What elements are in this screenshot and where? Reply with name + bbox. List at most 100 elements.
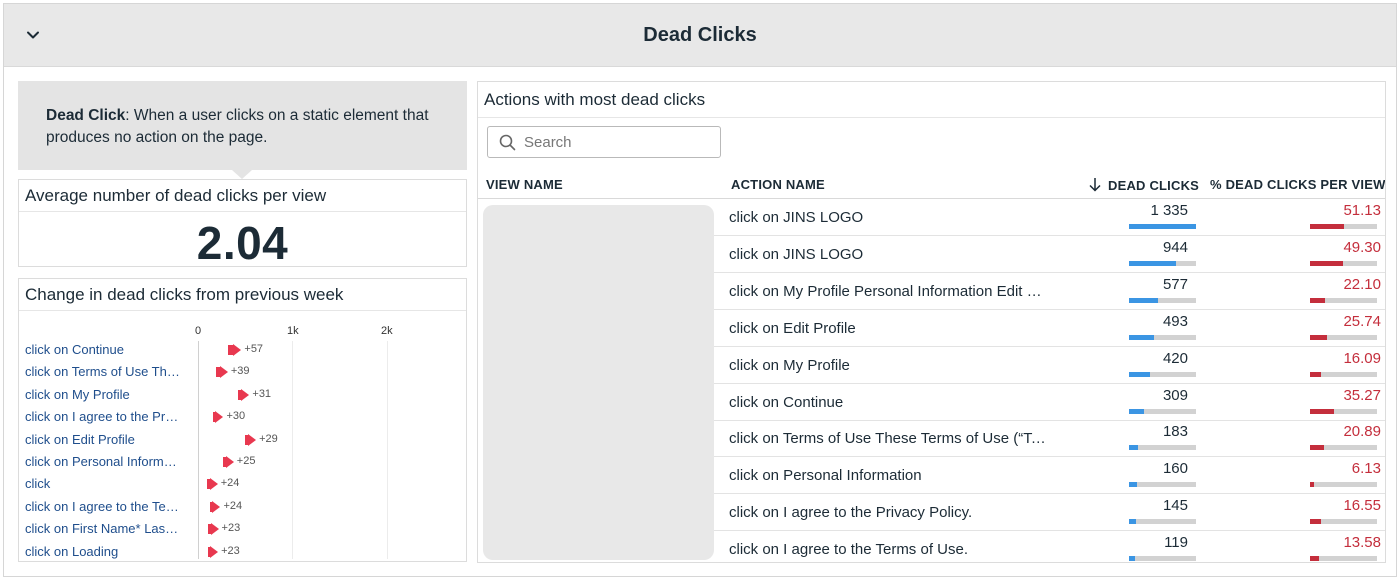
change-delta: +24 <box>223 499 243 512</box>
dead-clicks-bar-fill <box>1129 297 1158 303</box>
increase-arrow-icon <box>241 388 250 401</box>
axis-label-1k: 1k <box>287 325 299 337</box>
pct-dead-clicks-bar-fill <box>1310 334 1328 340</box>
change-delta: +30 <box>226 410 246 423</box>
increase-arrow-icon <box>210 523 219 536</box>
table-row[interactable]: click on JINS LOGO 1 335 51.13 <box>714 199 1385 236</box>
increase-arrow-icon <box>248 433 257 446</box>
change-row[interactable]: click on I agree to the Terms of Use. +24 <box>19 496 459 518</box>
change-row[interactable]: click on Loading +23 <box>19 541 459 559</box>
change-row-label[interactable]: click on Personal Information <box>25 454 180 469</box>
table-row[interactable]: click on My Profile 420 16.09 <box>714 347 1385 384</box>
pct-dead-clicks-bar-fill <box>1310 371 1321 377</box>
panel-title: Dead Clicks <box>643 24 757 46</box>
change-row-label[interactable]: click on I agree to the Privacy Policy. <box>25 409 180 424</box>
action-name[interactable]: click on Terms of Use These Terms of Use… <box>729 430 1051 447</box>
change-row[interactable]: click +24 <box>19 473 459 495</box>
search-input[interactable] <box>524 132 714 152</box>
change-row[interactable]: click on Edit Profile +29 <box>19 429 459 451</box>
change-row[interactable]: click on I agree to the Privacy Policy. +… <box>19 406 459 428</box>
pct-dead-clicks-value: 16.55 <box>1343 497 1381 515</box>
change-row-label[interactable]: click on My Profile <box>25 387 180 402</box>
pct-dead-clicks-value: 25.74 <box>1343 312 1381 330</box>
dead-clicks-bar-fill <box>1129 482 1138 488</box>
col-view-name[interactable]: VIEW NAME <box>486 177 563 192</box>
dead-clicks-bar <box>1129 519 1196 525</box>
change-row-label[interactable]: click <box>25 476 180 491</box>
dead-clicks-value: 119 <box>1164 534 1188 552</box>
table-row[interactable]: click on I agree to the Privacy Policy. 1… <box>714 494 1385 532</box>
increase-arrow-icon <box>219 366 228 379</box>
change-row[interactable]: click on First Name* Last Name* +23 <box>19 518 459 540</box>
view-name-placeholder <box>483 205 714 560</box>
action-name[interactable]: click on Continue <box>729 394 1051 411</box>
action-name[interactable]: click on My Profile Personal Information… <box>729 283 1051 300</box>
change-row-label[interactable]: click on Edit Profile <box>25 432 180 447</box>
change-row[interactable]: click on Personal Information +25 <box>19 451 459 473</box>
pct-dead-clicks-bar <box>1310 334 1377 340</box>
action-name[interactable]: click on My Profile <box>729 357 1051 374</box>
action-name[interactable]: click on JINS LOGO <box>729 246 1051 263</box>
change-row[interactable]: click on Continue +57 <box>19 339 459 361</box>
dead-clicks-bar <box>1129 260 1196 266</box>
change-row-label[interactable]: click on Terms of Use These Terms of Use <box>25 364 180 379</box>
definition-box: Dead Click: When a user clicks on a stat… <box>18 81 467 170</box>
dead-clicks-bar <box>1129 334 1196 340</box>
dead-clicks-bar-fill <box>1129 260 1177 266</box>
change-row-label[interactable]: click on First Name* Last Name* <box>25 521 180 536</box>
col-action-name[interactable]: ACTION NAME <box>731 177 825 192</box>
pct-dead-clicks-value: 13.58 <box>1343 534 1381 552</box>
col-pct-dead-clicks[interactable]: % DEAD CLICKS PER VIEW <box>1210 177 1385 192</box>
action-name[interactable]: click on I agree to the Terms of Use. <box>729 541 1051 558</box>
dead-clicks-value: 183 <box>1162 423 1188 441</box>
dead-clicks-value: 309 <box>1162 386 1188 404</box>
change-row[interactable]: click on My Profile +31 <box>19 384 459 406</box>
dead-clicks-bar-fill <box>1129 445 1139 451</box>
change-delta: +24 <box>220 477 240 490</box>
increase-arrow-icon <box>225 456 234 468</box>
pct-dead-clicks-bar <box>1310 297 1377 303</box>
dead-clicks-bar <box>1129 297 1196 303</box>
change-delta: +31 <box>252 387 272 400</box>
pct-dead-clicks-bar-fill <box>1310 482 1315 488</box>
pct-dead-clicks-bar-fill <box>1310 297 1325 303</box>
dead-clicks-bar <box>1129 445 1196 451</box>
col-dead-clicks[interactable]: DEAD CLICKS <box>1088 177 1199 193</box>
pct-dead-clicks-bar-fill <box>1310 445 1324 451</box>
pct-dead-clicks-value: 16.09 <box>1343 349 1381 367</box>
increase-arrow-icon <box>212 500 221 513</box>
table-row[interactable]: click on Continue 309 35.27 <box>714 384 1385 421</box>
table-row[interactable]: click on JINS LOGO 944 49.30 <box>714 236 1385 273</box>
change-row-label[interactable]: click on Continue <box>25 342 180 357</box>
table-row[interactable]: click on Personal Information 160 6.13 <box>714 457 1385 495</box>
dead-clicks-bar-fill <box>1129 519 1137 525</box>
action-name[interactable]: click on JINS LOGO <box>729 209 1051 226</box>
table-row[interactable]: click on Edit Profile 493 25.74 <box>714 310 1385 347</box>
change-row[interactable]: click on Terms of Use These Terms of Use… <box>19 361 459 383</box>
pct-dead-clicks-value: 35.27 <box>1343 386 1381 404</box>
change-row-label[interactable]: click on Loading <box>25 544 180 559</box>
actions-card: Actions with most dead clicks VIEW NAME … <box>477 81 1386 563</box>
change-delta: +57 <box>244 343 264 355</box>
action-name[interactable]: click on Personal Information <box>729 467 1051 484</box>
increase-arrow-icon <box>215 411 224 424</box>
pct-dead-clicks-value: 51.13 <box>1343 202 1381 219</box>
table-row[interactable]: click on My Profile Personal Information… <box>714 273 1385 310</box>
dead-clicks-value: 145 <box>1162 497 1188 515</box>
axis-label-0: 0 <box>195 325 202 337</box>
pct-dead-clicks-bar <box>1310 519 1377 525</box>
pct-dead-clicks-bar <box>1310 445 1377 451</box>
increase-arrow-icon <box>233 344 242 356</box>
pct-dead-clicks-bar-fill <box>1310 260 1344 266</box>
action-name[interactable]: click on Edit Profile <box>729 320 1051 337</box>
change-title: Change in dead clicks from previous week <box>19 279 466 311</box>
table-row[interactable]: click on I agree to the Terms of Use. 119… <box>714 531 1385 562</box>
action-name[interactable]: click on I agree to the Privacy Policy. <box>729 504 1051 521</box>
change-row-label[interactable]: click on I agree to the Terms of Use. <box>25 499 180 514</box>
search-box[interactable] <box>487 126 721 158</box>
dead-clicks-bar <box>1129 408 1196 414</box>
table-row[interactable]: click on Terms of Use These Terms of Use… <box>714 420 1385 458</box>
increase-arrow-icon <box>210 545 219 558</box>
pct-dead-clicks-bar <box>1310 408 1377 414</box>
dead-clicks-bar-fill <box>1129 556 1135 562</box>
